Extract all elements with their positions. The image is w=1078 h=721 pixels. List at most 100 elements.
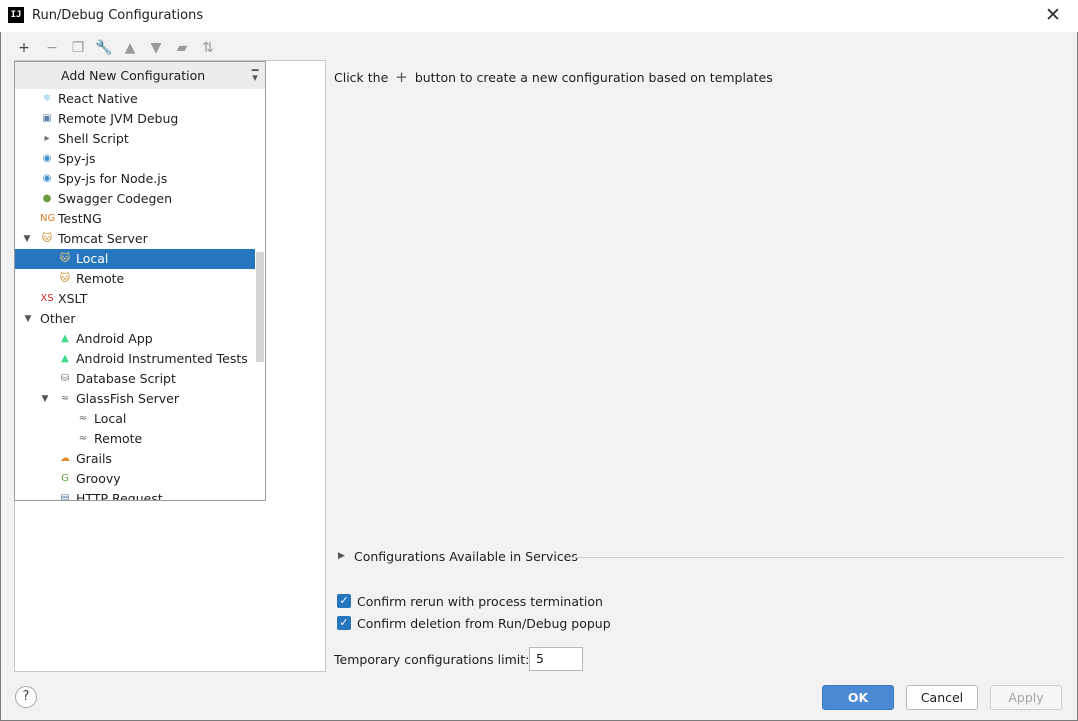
- services-label[interactable]: Configurations Available in Services: [354, 549, 578, 564]
- hint-text-end: button to create a new configuration bas…: [414, 70, 773, 85]
- intellij-logo-icon: IJ: [8, 7, 24, 23]
- help-icon[interactable]: ?: [15, 686, 37, 708]
- confirm-deletion-label[interactable]: Confirm deletion from Run/Debug popup: [357, 616, 611, 631]
- tomcat-icon: 🐱: [59, 273, 71, 284]
- services-section[interactable]: ▶ Configurations Available in Services: [338, 548, 1066, 566]
- tomcat-icon: 🐱: [59, 253, 71, 264]
- config-type-item[interactable]: ⚛ React Native: [15, 89, 255, 109]
- cancel-button[interactable]: Cancel: [906, 685, 978, 710]
- config-type-label: Local: [76, 251, 109, 266]
- react-icon: ⚛: [42, 93, 52, 104]
- config-type-item[interactable]: ▤ HTTP Request: [15, 489, 255, 501]
- config-type-label: GlassFish Server: [76, 391, 179, 406]
- config-type-item[interactable]: ▣ Remote JVM Debug: [15, 109, 255, 129]
- checkmark-icon[interactable]: ✓: [337, 616, 351, 630]
- config-type-label: Database Script: [76, 371, 176, 386]
- config-type-item[interactable]: ≈ Remote: [15, 429, 255, 449]
- config-type-label: XSLT: [58, 291, 88, 306]
- popup-scrollbar[interactable]: [256, 252, 264, 362]
- config-type-label: React Native: [58, 91, 138, 106]
- config-type-item[interactable]: ▲ Android App: [15, 329, 255, 349]
- folder-icon[interactable]: ▰: [172, 38, 192, 58]
- glassfish-icon: ≈: [78, 433, 88, 444]
- add-icon[interactable]: +: [14, 38, 34, 58]
- config-type-item[interactable]: ⛁ Database Script: [15, 369, 255, 389]
- hint-text-start: Click the: [334, 70, 389, 85]
- database-icon: ⛁: [60, 373, 70, 384]
- move-up-icon[interactable]: ▲: [120, 38, 140, 58]
- chevron-down-icon[interactable]: ▼: [22, 229, 32, 249]
- chevron-down-icon[interactable]: ▼: [40, 389, 50, 409]
- confirm-rerun-label[interactable]: Confirm rerun with process termination: [357, 594, 603, 609]
- config-type-item[interactable]: ▸ Shell Script: [15, 129, 255, 149]
- add-configuration-popup: Add New Configuration ━ ▾ ⚛ React Native ▣ R…: [14, 61, 266, 501]
- remote-debug-icon: ▣: [42, 113, 52, 124]
- config-type-item[interactable]: ◉ Spy-js: [15, 149, 255, 169]
- config-type-label: Spy-js for Node.js: [58, 171, 168, 186]
- ok-button[interactable]: OK: [822, 685, 894, 710]
- remove-icon[interactable]: −: [42, 38, 62, 58]
- config-type-label: Swagger Codegen: [58, 191, 173, 206]
- config-type-label: Remote: [94, 431, 143, 446]
- apply-button[interactable]: Apply: [990, 685, 1062, 710]
- config-type-item[interactable]: ▲ Android Instrumented Tests: [15, 349, 255, 369]
- empty-hint: Click the + button to create a new confi…: [334, 68, 773, 86]
- config-type-label: Groovy: [76, 471, 121, 486]
- grails-icon: ☁: [60, 453, 70, 464]
- config-type-item[interactable]: 🐱 Local: [15, 249, 255, 269]
- config-type-label: Grails: [76, 451, 112, 466]
- http-request-icon: ▤: [60, 493, 70, 501]
- config-type-item[interactable]: ▼ 🐱 Tomcat Server: [15, 229, 255, 249]
- popup-title: Add New Configuration: [61, 68, 206, 83]
- config-type-label: HTTP Request: [76, 491, 163, 501]
- popup-header: Add New Configuration ━ ▾: [15, 62, 265, 89]
- config-type-label: Spy-js: [58, 151, 96, 166]
- xslt-icon: XS: [40, 293, 54, 304]
- config-type-label: Shell Script: [58, 131, 129, 146]
- glassfish-icon: ≈: [60, 393, 70, 404]
- config-type-item[interactable]: XS XSLT: [15, 289, 255, 309]
- close-icon[interactable]: ✕: [1041, 4, 1065, 26]
- config-type-label: Tomcat Server: [58, 231, 148, 246]
- config-type-item[interactable]: ● Swagger Codegen: [15, 189, 255, 209]
- swagger-icon: ●: [42, 193, 52, 204]
- spy-js-node-icon: ◉: [42, 173, 52, 184]
- groovy-icon: G: [61, 473, 69, 484]
- chevron-down-icon[interactable]: ▼: [23, 309, 33, 329]
- config-type-item[interactable]: ☁ Grails: [15, 449, 255, 469]
- shell-script-icon: ▸: [44, 133, 50, 144]
- spy-js-icon: ◉: [42, 153, 52, 164]
- testng-icon: NG: [40, 213, 56, 224]
- config-type-label: Android App: [76, 331, 153, 346]
- sort-icon[interactable]: ⇅: [198, 38, 218, 58]
- wrench-icon[interactable]: 🔧: [94, 38, 114, 58]
- expand-arrow-icon[interactable]: ▶: [338, 551, 345, 561]
- android-icon: ▲: [61, 353, 69, 364]
- section-divider: [568, 557, 1064, 558]
- config-type-label: Other: [40, 311, 76, 326]
- config-type-label: Android Instrumented Tests: [76, 351, 248, 366]
- config-type-label: Local: [94, 411, 127, 426]
- android-icon: ▲: [61, 333, 69, 344]
- title-bar: IJ Run/Debug Configurations ✕: [0, 0, 1078, 32]
- checkmark-icon[interactable]: ✓: [337, 594, 351, 608]
- config-type-item[interactable]: ▼ ≈ GlassFish Server: [15, 389, 255, 409]
- window-title: Run/Debug Configurations: [32, 8, 204, 23]
- config-type-label: TestNG: [58, 211, 102, 226]
- add-icon: +: [395, 68, 408, 86]
- copy-icon[interactable]: ❐: [68, 38, 88, 58]
- config-type-item[interactable]: NG TestNG: [15, 209, 255, 229]
- tomcat-icon: 🐱: [41, 233, 53, 244]
- temp-limit-input[interactable]: 5: [529, 647, 583, 671]
- config-type-label: Remote: [76, 271, 125, 286]
- config-type-item[interactable]: ≈ Local: [15, 409, 255, 429]
- config-type-item[interactable]: ▼ Other: [15, 309, 255, 329]
- move-down-icon[interactable]: ▼: [146, 38, 166, 58]
- collapse-all-icon[interactable]: ━ ▾: [248, 65, 262, 83]
- config-type-item[interactable]: G Groovy: [15, 469, 255, 489]
- config-type-item[interactable]: 🐱 Remote: [15, 269, 255, 289]
- glassfish-icon: ≈: [78, 413, 88, 424]
- config-type-label: Remote JVM Debug: [58, 111, 179, 126]
- temp-limit-label: Temporary configurations limit:: [334, 652, 530, 667]
- config-type-item[interactable]: ◉ Spy-js for Node.js: [15, 169, 255, 189]
